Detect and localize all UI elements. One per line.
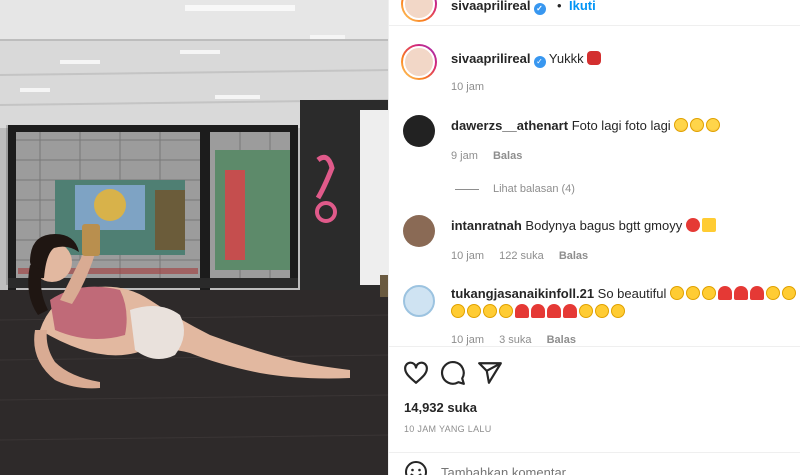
comment-meta: 10 jam 122 suka Balas (451, 250, 600, 262)
post-image (0, 0, 388, 475)
comment-meta: 10 jam 3 suka Balas (451, 334, 588, 346)
reply-button[interactable]: Balas (547, 334, 576, 346)
add-comment-input[interactable] (441, 465, 741, 475)
post-header: sivaaprilireal ✓ • Ikuti (389, 0, 800, 26)
heart-eyes-icon (595, 304, 609, 318)
reply-button[interactable]: Balas (493, 150, 522, 162)
heart-eyes-icon (499, 304, 513, 318)
view-replies-label[interactable]: Lihat balasan (4) (493, 183, 575, 195)
caption-body: Yukkk (548, 51, 584, 66)
avatar[interactable] (403, 115, 435, 147)
caption-username[interactable]: sivaaprilireal (451, 51, 531, 66)
comment-username[interactable]: dawerzs__athenart (451, 118, 568, 133)
comment-time[interactable]: 9 jam (451, 150, 478, 162)
actions-divider (389, 346, 800, 347)
avatar[interactable] (403, 46, 435, 78)
heart-emoji-icon (717, 286, 732, 300)
laughing-face-icon (674, 118, 689, 132)
heart-emoji-icon (531, 304, 545, 318)
angry-face-icon (685, 218, 700, 232)
caption-meta: 10 jam (451, 81, 496, 93)
post-detail-panel: sivaaprilireal ✓ • Ikuti sivaaprilireal ✓ … (388, 0, 800, 475)
reply-button[interactable]: Balas (559, 250, 588, 262)
heart-icon[interactable] (403, 360, 429, 386)
heart-eyes-icon (669, 286, 684, 300)
heart-eyes-icon (781, 286, 796, 300)
heart-emoji-icon (563, 304, 577, 318)
avatar[interactable] (403, 215, 435, 247)
heart-eyes-icon (467, 304, 481, 318)
heart-eyes-icon (483, 304, 497, 318)
replies-divider (455, 188, 479, 190)
comment-username[interactable]: tukangjasanaikinfoll.21 (451, 286, 594, 301)
sparkle-icon (701, 218, 716, 232)
post-photo[interactable] (0, 0, 388, 475)
view-replies-button[interactable]: Lihat balasan (4) (455, 183, 575, 195)
verified-badge-icon: ✓ (533, 3, 546, 15)
heart-eyes-icon (685, 286, 700, 300)
comment-body: Foto lagi foto lagi (571, 118, 671, 133)
comment-time[interactable]: 10 jam (451, 334, 484, 346)
comment-likes[interactable]: 3 suka (499, 334, 531, 346)
laughing-face-icon (706, 118, 721, 132)
smile-icon[interactable] (404, 460, 428, 475)
heart-eyes-icon (701, 286, 716, 300)
comment-body: So beautiful (597, 286, 667, 301)
comment-bar-divider (389, 452, 800, 453)
comment-text-continued (451, 303, 627, 321)
comment-body: Bodynya bagus bgtt gmoyy (525, 218, 683, 233)
comment-username[interactable]: intanratnah (451, 218, 522, 233)
caption-time[interactable]: 10 jam (451, 81, 484, 93)
header-username[interactable]: sivaaprilireal ✓ (451, 0, 546, 15)
laughing-face-icon (690, 118, 705, 132)
verified-badge-icon: ✓ (533, 56, 546, 68)
follow-button[interactable]: Ikuti (569, 0, 596, 13)
likes-count[interactable]: 14,932 suka (404, 400, 477, 415)
heart-emoji-icon (515, 304, 529, 318)
comment-text: intanratnah Bodynya bagus bgtt gmoyy (451, 217, 718, 235)
username-text[interactable]: sivaaprilireal (451, 0, 531, 13)
heart-emoji-icon (733, 286, 748, 300)
comment-text: tukangjasanaikinfoll.21 So beautiful (451, 285, 798, 303)
heart-eyes-icon (611, 304, 625, 318)
heart-eyes-icon (451, 304, 465, 318)
comment-likes[interactable]: 122 suka (499, 250, 544, 262)
comment-text: dawerzs__athenart Foto lagi foto lagi (451, 117, 722, 135)
comment-meta: 9 jam Balas (451, 150, 534, 162)
heart-eyes-icon (579, 304, 593, 318)
avatar[interactable] (403, 285, 435, 317)
comment-icon[interactable] (440, 360, 466, 386)
caption-text: sivaaprilireal ✓ Yukkk (451, 50, 603, 68)
heart-emoji-icon (749, 286, 764, 300)
post-timestamp[interactable]: 10 JAM YANG LALU (404, 424, 492, 434)
share-icon[interactable] (477, 360, 503, 386)
boxing-glove-icon (587, 51, 602, 65)
heart-eyes-icon (765, 286, 780, 300)
comment-time[interactable]: 10 jam (451, 250, 484, 262)
separator-dot: • (557, 0, 562, 13)
heart-emoji-icon (547, 304, 561, 318)
